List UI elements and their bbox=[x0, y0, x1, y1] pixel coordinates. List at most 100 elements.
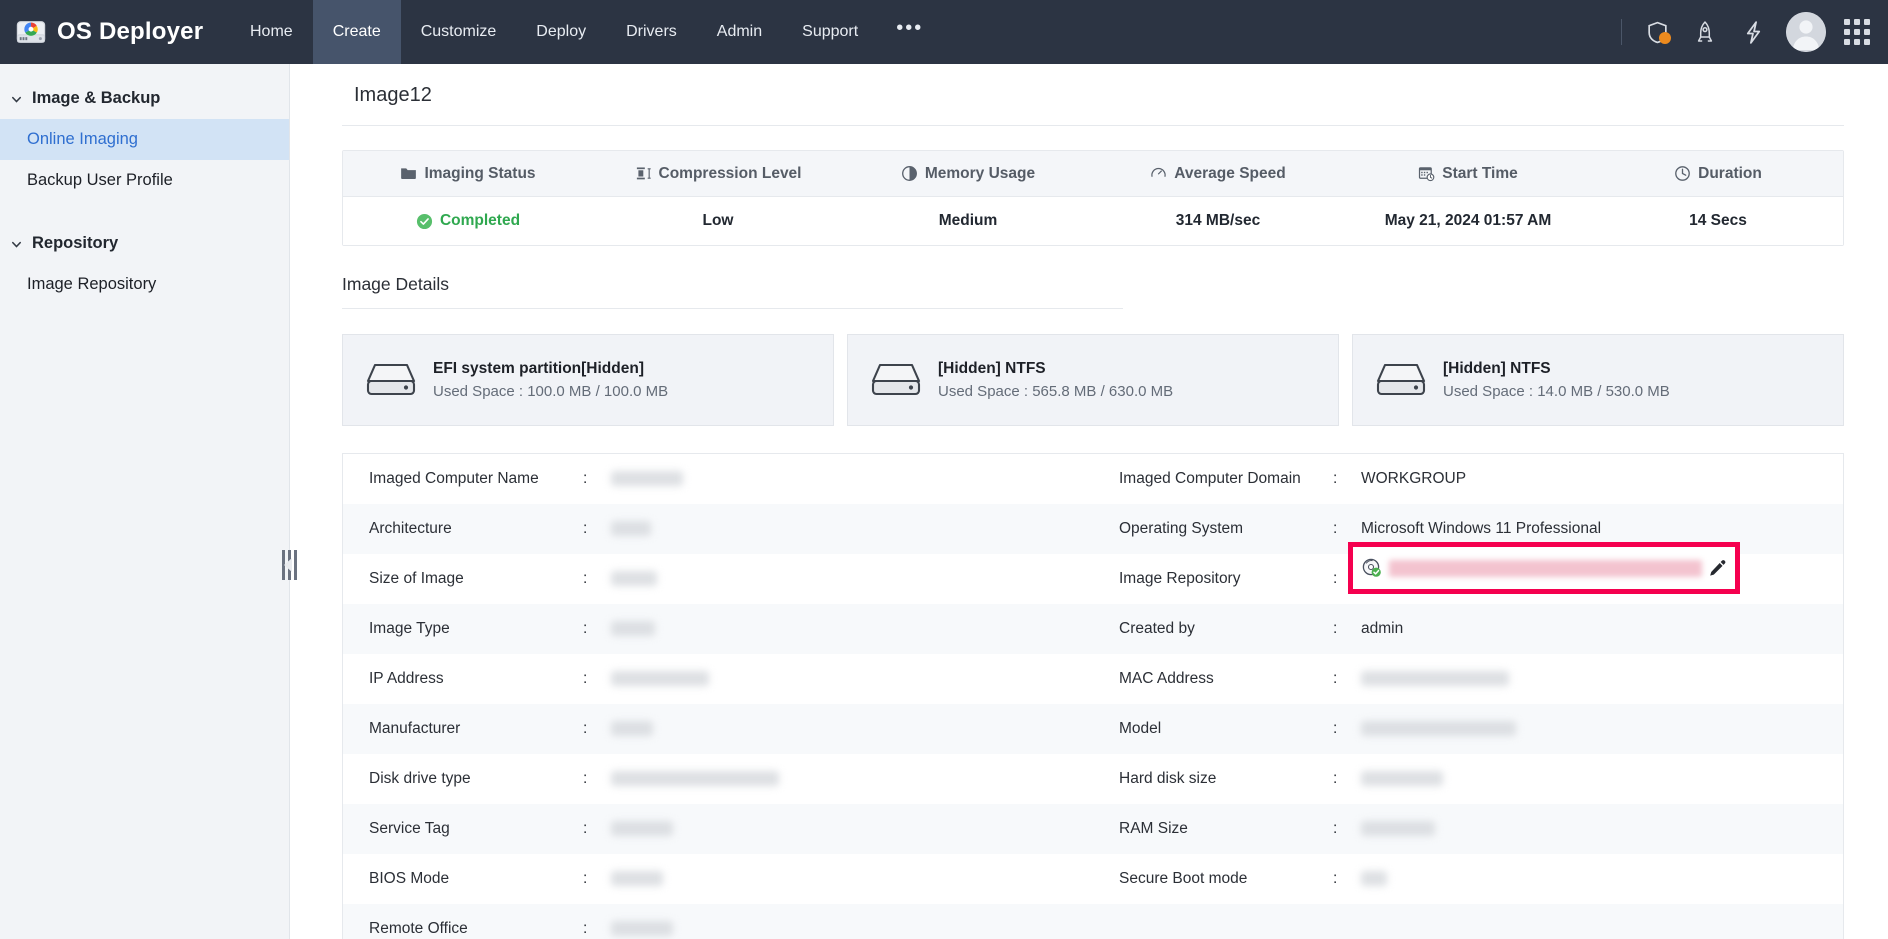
grid-dot bbox=[1864, 39, 1870, 45]
detail-value bbox=[611, 520, 1093, 538]
status-header-duration: Duration bbox=[1593, 151, 1843, 196]
detail-label: Manufacturer bbox=[343, 720, 583, 738]
sidebar-item-image-repository[interactable]: Image Repository bbox=[0, 264, 289, 305]
grid-dot bbox=[1844, 19, 1850, 25]
detail-colon: : bbox=[583, 670, 611, 688]
status-header-average-speed: Average Speed bbox=[1093, 151, 1343, 196]
avatar[interactable] bbox=[1786, 12, 1826, 52]
grid-dot bbox=[1864, 29, 1870, 35]
page-layout: Image & Backup Online Imaging Backup Use… bbox=[0, 64, 1888, 939]
detail-label: Imaged Computer Domain bbox=[1093, 470, 1333, 488]
nav-item-create[interactable]: Create bbox=[313, 0, 401, 64]
grid-dot bbox=[1844, 39, 1850, 45]
status-header-compression-level: Compression Level bbox=[593, 151, 843, 196]
apps-grid-icon[interactable] bbox=[1844, 19, 1870, 45]
partition-cards: EFI system partition[Hidden] Used Space … bbox=[342, 334, 1844, 426]
table-row: Disk drive type:Hard disk size: bbox=[343, 754, 1843, 804]
detail-colon: : bbox=[583, 570, 611, 588]
sidebar-group-repository[interactable]: Repository bbox=[0, 223, 289, 264]
partition-name: [Hidden] NTFS bbox=[938, 360, 1173, 378]
rocket-icon[interactable] bbox=[1690, 17, 1720, 47]
detail-value bbox=[1361, 870, 1843, 888]
label: Memory Usage bbox=[925, 165, 1035, 183]
status-header-memory-usage: Memory Usage bbox=[843, 151, 1093, 196]
nav-item-customize[interactable]: Customize bbox=[401, 0, 517, 64]
detail-cell-left: Manufacturer: bbox=[343, 704, 1093, 754]
partition-card[interactable]: EFI system partition[Hidden] Used Space … bbox=[342, 334, 834, 426]
detail-cell-right: Image Repository: bbox=[1093, 554, 1843, 604]
detail-cell-right: RAM Size: bbox=[1093, 804, 1843, 854]
detail-label: Imaged Computer Name bbox=[343, 470, 583, 488]
lightning-bolt-icon[interactable] bbox=[1738, 17, 1768, 47]
detail-colon: : bbox=[583, 920, 611, 938]
redacted-value bbox=[611, 821, 673, 836]
label: Start Time bbox=[1442, 165, 1518, 183]
collapse-sidebar-handle[interactable] bbox=[280, 548, 298, 582]
detail-colon: : bbox=[1333, 820, 1361, 838]
redacted-value bbox=[611, 521, 651, 536]
brand-title: OS Deployer bbox=[57, 18, 203, 46]
detail-cell-left: Remote Office: bbox=[343, 904, 1093, 939]
sidebar: Image & Backup Online Imaging Backup Use… bbox=[0, 64, 290, 939]
clock-icon bbox=[1674, 165, 1691, 182]
partition-name: [Hidden] NTFS bbox=[1443, 360, 1670, 378]
detail-label: Operating System bbox=[1093, 520, 1333, 538]
imaging-status-card: Imaging Status Compression Level bbox=[342, 150, 1844, 246]
detail-cell-left: Service Tag: bbox=[343, 804, 1093, 854]
detail-cell-left: Image Type: bbox=[343, 604, 1093, 654]
detail-value bbox=[611, 820, 1093, 838]
redacted-value bbox=[1361, 671, 1509, 686]
check-circle-icon bbox=[416, 213, 433, 230]
sidebar-group-label: Repository bbox=[32, 234, 118, 253]
nav-item-support[interactable]: Support bbox=[782, 0, 878, 64]
redacted-value bbox=[611, 671, 709, 686]
nav-item-admin[interactable]: Admin bbox=[697, 0, 782, 64]
detail-value: WORKGROUP bbox=[1361, 470, 1843, 488]
image-repository-highlight-box[interactable] bbox=[1348, 542, 1740, 594]
top-navbar: OS Deployer Home Create Customize Deploy… bbox=[0, 0, 1888, 64]
hard-disk-icon bbox=[365, 359, 417, 401]
detail-label: Disk drive type bbox=[343, 770, 583, 788]
table-row: Manufacturer:Model: bbox=[343, 704, 1843, 754]
detail-colon: : bbox=[583, 770, 611, 788]
nav-item-drivers[interactable]: Drivers bbox=[606, 0, 697, 64]
nav-item-home[interactable]: Home bbox=[230, 0, 313, 64]
grid-dot bbox=[1844, 29, 1850, 35]
navbar-right-icons bbox=[1621, 0, 1888, 64]
detail-label: Architecture bbox=[343, 520, 583, 538]
sidebar-group-label: Image & Backup bbox=[32, 89, 160, 108]
table-row: BIOS Mode:Secure Boot mode: bbox=[343, 854, 1843, 904]
detail-colon: : bbox=[1333, 670, 1361, 688]
detail-label: Size of Image bbox=[343, 570, 583, 588]
detail-cell-right: MAC Address: bbox=[1093, 654, 1843, 704]
sidebar-group-image-backup[interactable]: Image & Backup bbox=[0, 78, 289, 119]
image-repository-path-value bbox=[1389, 560, 1702, 577]
redacted-value bbox=[1361, 871, 1387, 886]
detail-cell-left: Imaged Computer Name: bbox=[343, 454, 1093, 504]
folder-icon bbox=[400, 165, 417, 182]
detail-colon: : bbox=[583, 870, 611, 888]
shield-badge bbox=[1659, 32, 1671, 44]
detail-value bbox=[611, 870, 1093, 888]
detail-value bbox=[611, 570, 1093, 588]
pencil-edit-icon[interactable] bbox=[1708, 559, 1727, 578]
redacted-value bbox=[611, 921, 673, 936]
partition-used-space: Used Space : 14.0 MB / 530.0 MB bbox=[1443, 383, 1670, 400]
label: Compression Level bbox=[659, 165, 802, 183]
sidebar-item-backup-user-profile[interactable]: Backup User Profile bbox=[0, 160, 289, 201]
partition-info: [Hidden] NTFS Used Space : 14.0 MB / 530… bbox=[1443, 360, 1670, 400]
partition-card[interactable]: [Hidden] NTFS Used Space : 14.0 MB / 530… bbox=[1352, 334, 1844, 426]
redacted-value bbox=[1361, 771, 1443, 786]
table-row: Remote Office: bbox=[343, 904, 1843, 939]
brand[interactable]: OS Deployer bbox=[0, 0, 230, 64]
nav-item-more-icon[interactable]: ••• bbox=[878, 0, 941, 64]
image-details-table: Imaged Computer Name:Imaged Computer Dom… bbox=[342, 453, 1844, 939]
shield-icon[interactable] bbox=[1642, 17, 1672, 47]
table-row: Imaged Computer Name:Imaged Computer Dom… bbox=[343, 454, 1843, 504]
detail-cell-right: Created by:admin bbox=[1093, 604, 1843, 654]
detail-colon: : bbox=[1333, 470, 1361, 488]
detail-label: Model bbox=[1093, 720, 1333, 738]
partition-card[interactable]: [Hidden] NTFS Used Space : 565.8 MB / 63… bbox=[847, 334, 1339, 426]
nav-item-deploy[interactable]: Deploy bbox=[516, 0, 606, 64]
sidebar-item-online-imaging[interactable]: Online Imaging bbox=[0, 119, 289, 160]
